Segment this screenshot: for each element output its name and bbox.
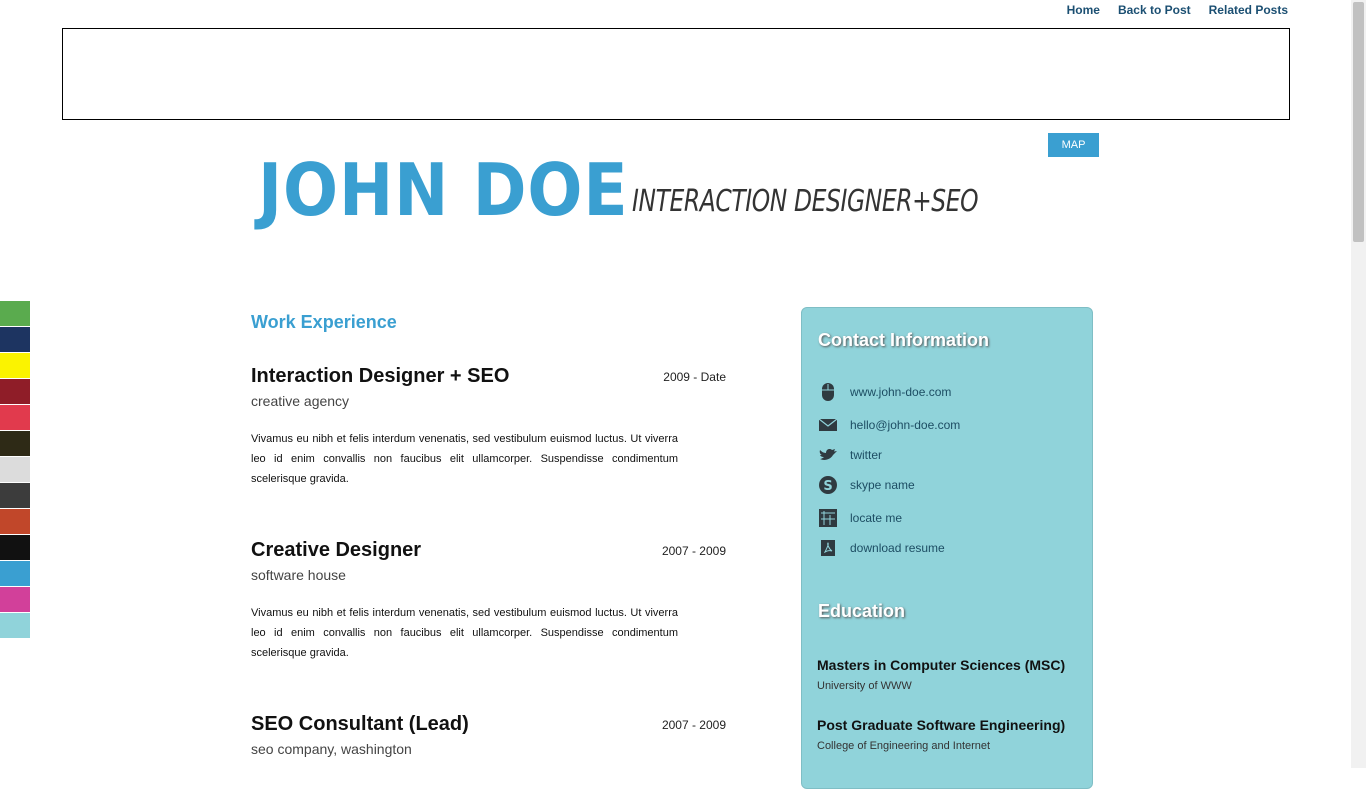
job-date: 2007 - 2009: [661, 544, 726, 558]
swatch-black[interactable]: [0, 535, 30, 561]
nav-related-posts-link[interactable]: Related Posts: [1209, 3, 1288, 17]
swatch-green[interactable]: [0, 301, 30, 327]
education-degree: Post Graduate Software Engineering): [817, 717, 1066, 733]
job-title: SEO Consultant (Lead): [251, 713, 469, 735]
resume-tagline: INTERACTION DESIGNER+SEO: [632, 184, 979, 219]
swatch-yellow[interactable]: [0, 353, 30, 379]
swatch-dark-gray[interactable]: [0, 483, 30, 509]
swatch-red[interactable]: [0, 405, 30, 431]
swatch-blue[interactable]: [0, 561, 30, 587]
scrollbar-thumb[interactable]: [1353, 2, 1364, 242]
job-entry: 2007 - 2009 SEO Consultant (Lead) seo co…: [251, 713, 726, 757]
swatch-pink[interactable]: [0, 587, 30, 613]
envelope-icon: [818, 415, 838, 435]
education-heading: Education: [818, 601, 906, 621]
contact-sidebar: Contact Information www.john-doe.com hel…: [801, 307, 1093, 789]
top-nav: Home Back to Post Related Posts: [1067, 3, 1288, 17]
job-description: Vivamus eu nibh et felis interdum venena…: [251, 433, 678, 485]
contact-link[interactable]: locate me: [850, 511, 902, 525]
map-icon: [818, 508, 838, 528]
ad-banner-box: [62, 28, 1290, 120]
work-experience-section: Work Experience 2009 - Date Interaction …: [251, 312, 726, 757]
contact-item-resume[interactable]: download resume: [818, 538, 945, 558]
job-title: Interaction Designer + SEO: [251, 365, 510, 387]
color-theme-swatches: [0, 301, 30, 639]
swatch-light-gray[interactable]: [0, 457, 30, 483]
contact-item-location[interactable]: locate me: [818, 508, 902, 528]
contact-item-skype[interactable]: S skype name: [818, 475, 915, 495]
job-date: 2009 - Date: [663, 370, 726, 384]
page-scrollbar[interactable]: [1351, 0, 1366, 768]
job-company: software house: [251, 567, 346, 583]
swatch-maroon[interactable]: [0, 379, 30, 405]
twitter-bird-icon: [818, 445, 838, 465]
resume-name: JOHN DOE: [258, 148, 629, 232]
job-description: Vivamus eu nibh et felis interdum venena…: [251, 607, 678, 659]
contact-link[interactable]: hello@john-doe.com: [850, 418, 960, 432]
contact-link[interactable]: download resume: [850, 541, 945, 555]
contact-item-email[interactable]: hello@john-doe.com: [818, 415, 960, 435]
nav-back-to-post-link[interactable]: Back to Post: [1118, 3, 1191, 17]
work-experience-heading: Work Experience: [251, 312, 397, 332]
job-title: Creative Designer: [251, 539, 422, 561]
mouse-icon: [818, 382, 838, 402]
pdf-icon: [818, 538, 838, 558]
contact-item-website[interactable]: www.john-doe.com: [818, 382, 951, 402]
contact-item-twitter[interactable]: twitter: [818, 445, 882, 465]
contact-link[interactable]: skype name: [850, 478, 915, 492]
swatch-olive-dark[interactable]: [0, 431, 30, 457]
job-entry: 2009 - Date Interaction Designer + SEO c…: [251, 365, 726, 489]
swatch-navy[interactable]: [0, 327, 30, 353]
contact-link[interactable]: twitter: [850, 448, 882, 462]
education-school: College of Engineering and Internet: [817, 740, 991, 752]
nav-home-link[interactable]: Home: [1067, 3, 1100, 17]
contact-link[interactable]: www.john-doe.com: [850, 385, 951, 399]
job-company: creative agency: [251, 393, 350, 409]
job-company: seo company, washington: [251, 741, 412, 757]
job-entry: 2007 - 2009 Creative Designer software h…: [251, 539, 726, 663]
contact-heading: Contact Information: [818, 330, 989, 350]
svg-text:S: S: [823, 479, 832, 494]
education-degree: Masters in Computer Sciences (MSC): [817, 657, 1066, 673]
education-school: University of WWW: [817, 680, 912, 692]
job-date: 2007 - 2009: [661, 718, 726, 732]
swatch-teal[interactable]: [0, 613, 30, 639]
swatch-rust[interactable]: [0, 509, 30, 535]
map-button[interactable]: MAP: [1048, 133, 1099, 157]
skype-icon: S: [818, 475, 838, 495]
